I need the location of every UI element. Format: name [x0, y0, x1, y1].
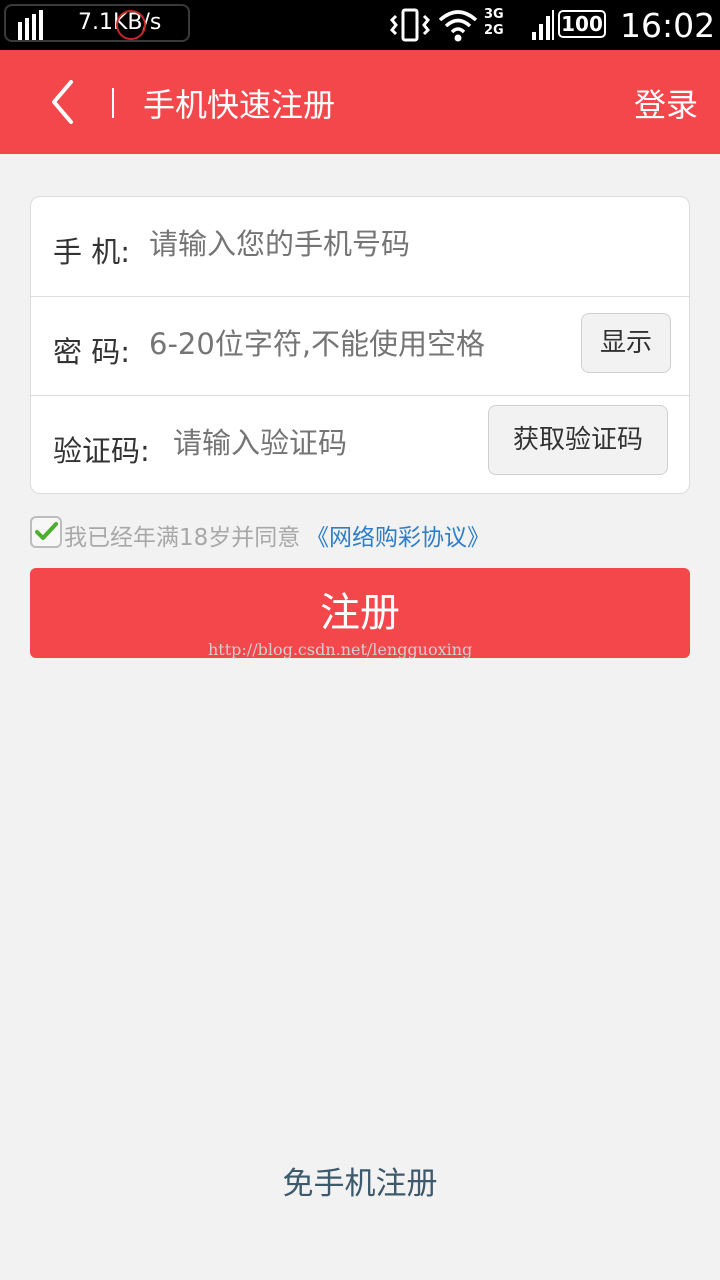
phone-label: 手 机: — [53, 235, 130, 269]
watermark: http://blog.csdn.net/lengguoxing — [208, 640, 473, 659]
status-bar: 7.1KB/s 3G 2G 100 16:02 — [0, 0, 720, 50]
show-password-button[interactable]: 显示 — [581, 313, 671, 373]
code-row: 验证码: 获取验证码 — [31, 395, 689, 495]
password-label: 密 码: — [53, 335, 130, 369]
network-type-3g: 3G — [484, 7, 504, 22]
record-icon — [116, 10, 146, 40]
network-type: 3G 2G — [484, 7, 504, 39]
wifi-small-icon — [18, 10, 43, 40]
page-title: 手机快速注册 — [143, 86, 336, 124]
clock: 16:02 — [620, 6, 716, 45]
get-code-button[interactable]: 获取验证码 — [488, 405, 668, 475]
code-input[interactable] — [173, 426, 473, 460]
login-button[interactable]: 登录 — [634, 80, 698, 126]
password-input[interactable] — [149, 327, 569, 361]
phone-row: 手 机: — [31, 197, 689, 296]
title-bar: 手机快速注册 登录 — [0, 50, 720, 154]
vibrate-icon — [389, 8, 431, 42]
password-row: 密 码: 显示 — [31, 296, 689, 396]
phone-input[interactable] — [149, 227, 649, 261]
wifi-icon — [438, 10, 478, 42]
agreement-text: 我已经年满18岁并同意 — [64, 525, 301, 551]
register-form: 手 机: 密 码: 显示 验证码: 获取验证码 — [30, 196, 690, 494]
checkmark-icon — [35, 522, 58, 540]
agreement-link[interactable]: 《网络购彩协议》 — [306, 518, 490, 552]
network-type-2g: 2G — [484, 23, 504, 38]
agreement-checkbox[interactable] — [30, 516, 62, 548]
register-without-phone-link[interactable]: 免手机注册 — [0, 1158, 720, 1203]
title-divider — [112, 88, 114, 118]
battery-icon: 100 — [558, 10, 606, 38]
code-label: 验证码: — [53, 434, 150, 468]
back-arrow-icon[interactable] — [36, 72, 96, 132]
signal-icon — [532, 10, 554, 40]
